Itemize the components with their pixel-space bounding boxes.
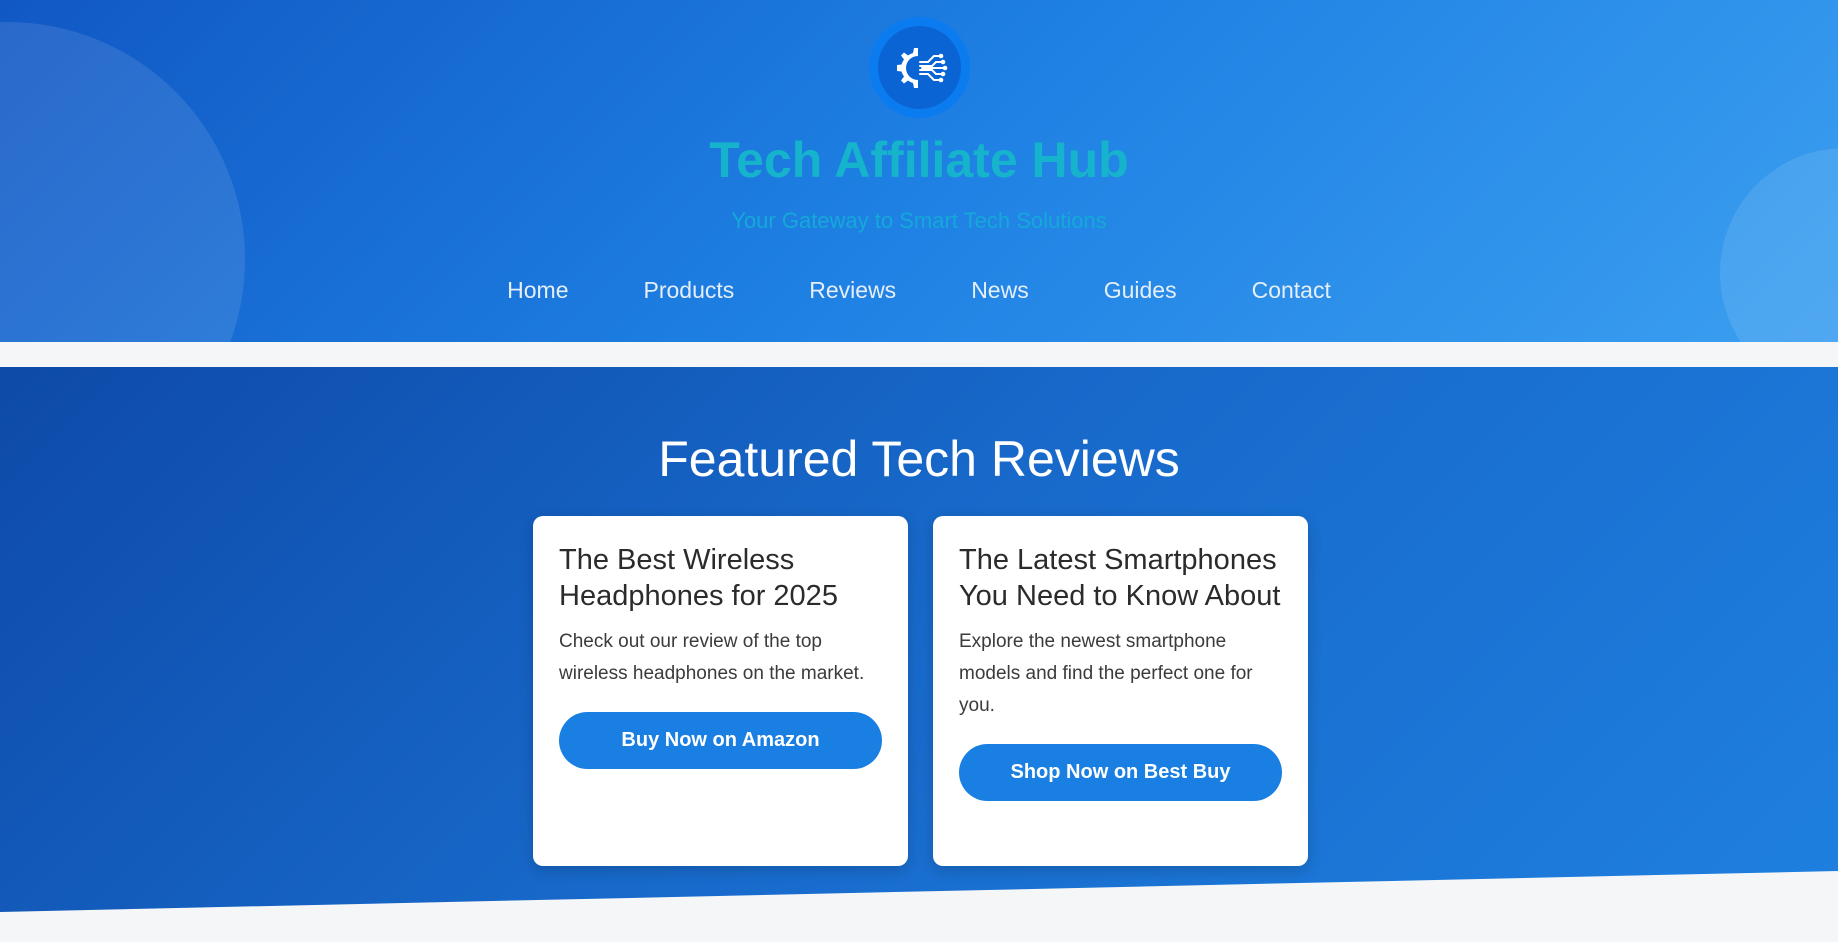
nav-item-guides[interactable]: Guides: [1066, 268, 1214, 312]
card-description: Explore the newest smartphone models and…: [959, 631, 1253, 716]
site-logo[interactable]: [869, 17, 970, 118]
main-nav: Home Products Reviews News Guides Contac…: [0, 268, 1838, 312]
buy-on-amazon-button[interactable]: Buy Now on Amazon: [559, 712, 882, 769]
nav-item-contact[interactable]: Contact: [1214, 268, 1368, 312]
nav-item-home[interactable]: Home: [470, 268, 606, 312]
nav-item-news[interactable]: News: [934, 268, 1067, 312]
site-header: Tech Affiliate Hub Your Gateway to Smart…: [0, 0, 1838, 342]
card-description: Check out our review of the top wireless…: [559, 631, 865, 684]
site-title: Tech Affiliate Hub: [709, 132, 1129, 188]
shop-on-best-buy-button[interactable]: Shop Now on Best Buy: [959, 744, 1282, 801]
nav-item-reviews[interactable]: Reviews: [772, 268, 934, 312]
section-title: Featured Tech Reviews: [658, 431, 1180, 487]
nav-item-products[interactable]: Products: [606, 268, 772, 312]
gear-circuit-icon: [878, 26, 961, 109]
card-title: The Best Wireless Headphones for 2025: [559, 544, 838, 612]
featured-reviews-section: Featured Tech Reviews The Best Wireless …: [0, 367, 1838, 929]
review-card-smartphones: The Latest Smartphones You Need to Know …: [933, 516, 1308, 866]
card-title: The Latest Smartphones You Need to Know …: [959, 544, 1281, 612]
review-card-headphones: The Best Wireless Headphones for 2025 Ch…: [533, 516, 908, 866]
site-tagline: Your Gateway to Smart Tech Solutions: [731, 208, 1107, 233]
